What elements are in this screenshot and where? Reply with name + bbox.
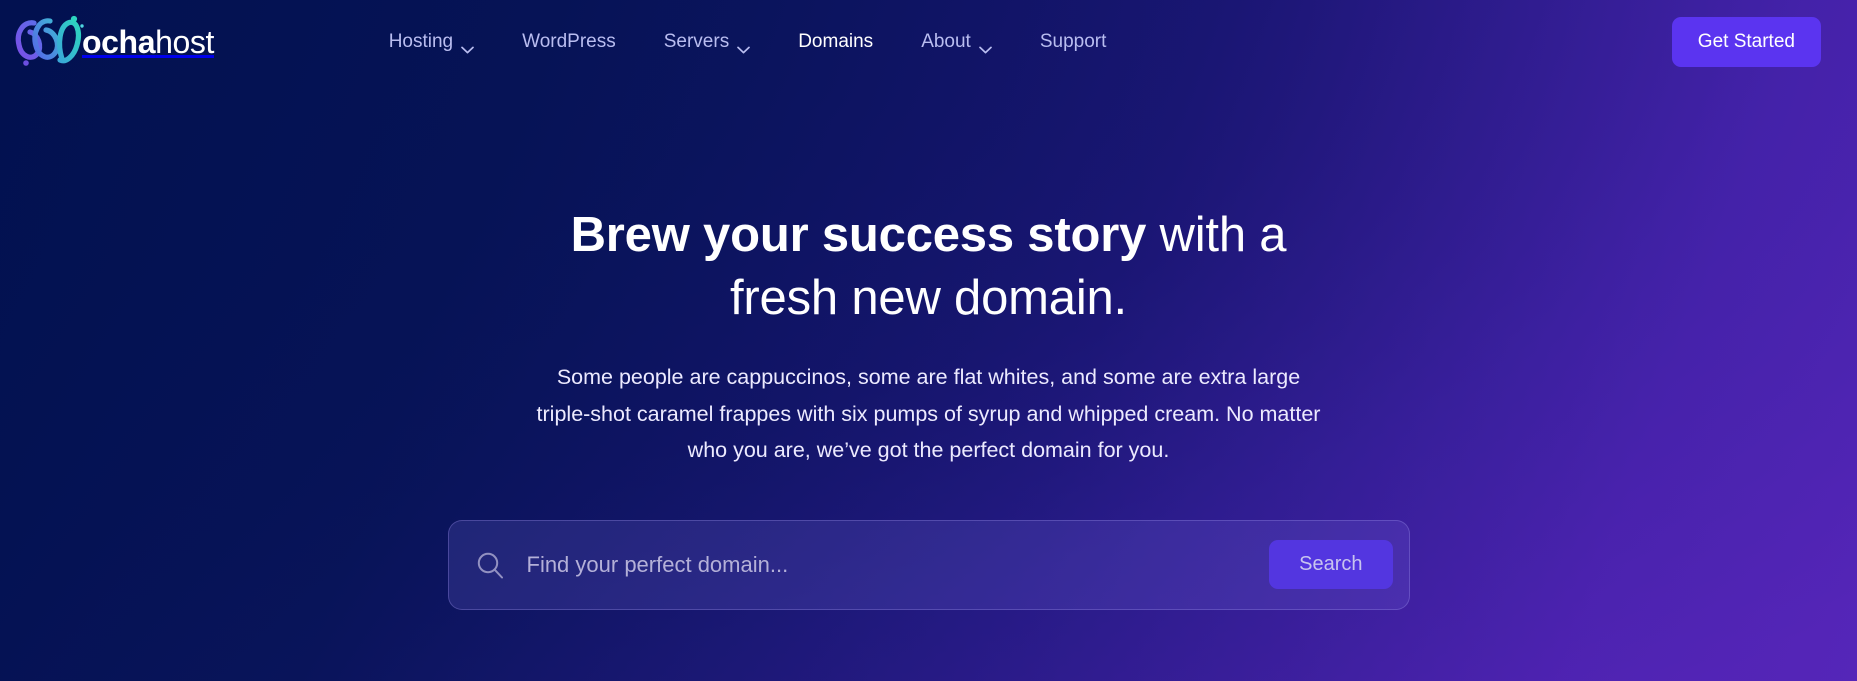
hero-subtitle: Some people are cappuccinos, some are fl… xyxy=(536,365,1321,462)
page-title: Brew your success story with a fresh new… xyxy=(559,204,1299,329)
domain-search-bar: Search xyxy=(447,519,1410,610)
logo-wordmark: ochahost xyxy=(82,26,214,58)
nav-item-hosting[interactable]: Hosting xyxy=(365,23,498,61)
chevron-down-icon xyxy=(737,38,751,54)
page-title-highlight: Brew your success story xyxy=(570,208,1147,262)
logo-wordmark-light: host xyxy=(155,24,214,60)
nav-item-domains[interactable]: Domains xyxy=(774,23,897,61)
nav-item-support[interactable]: Support xyxy=(1016,23,1131,61)
site-logo[interactable]: ochahost xyxy=(12,13,214,71)
domain-search-button[interactable]: Search xyxy=(1269,540,1393,590)
chevron-down-icon xyxy=(978,38,992,54)
hero-section: Brew your success story with a fresh new… xyxy=(0,84,1857,610)
nav-item-label: Servers xyxy=(663,31,730,52)
nav-item-label: Domains xyxy=(798,31,874,52)
logo-wordmark-bold: ocha xyxy=(82,24,156,60)
nav-item-about[interactable]: About xyxy=(897,23,1016,61)
search-icon xyxy=(475,550,505,580)
primary-navigation: Hosting WordPress Servers Domains About xyxy=(365,23,1131,61)
mochahost-loop-logo-icon xyxy=(12,13,86,71)
nav-item-label: Hosting xyxy=(388,31,454,52)
nav-item-label: About xyxy=(921,31,971,52)
chevron-down-icon xyxy=(461,38,474,54)
domain-search-input[interactable] xyxy=(526,551,1270,578)
get-started-button[interactable]: Get Started xyxy=(1671,17,1821,67)
site-header: ochahost Hosting WordPress Servers Domai… xyxy=(0,0,1857,84)
nav-item-wordpress[interactable]: WordPress xyxy=(498,23,640,61)
nav-item-label: WordPress xyxy=(522,31,616,52)
nav-item-label: Support xyxy=(1039,31,1107,52)
page-root: ochahost Hosting WordPress Servers Domai… xyxy=(0,0,1857,681)
nav-item-servers[interactable]: Servers xyxy=(640,23,774,61)
